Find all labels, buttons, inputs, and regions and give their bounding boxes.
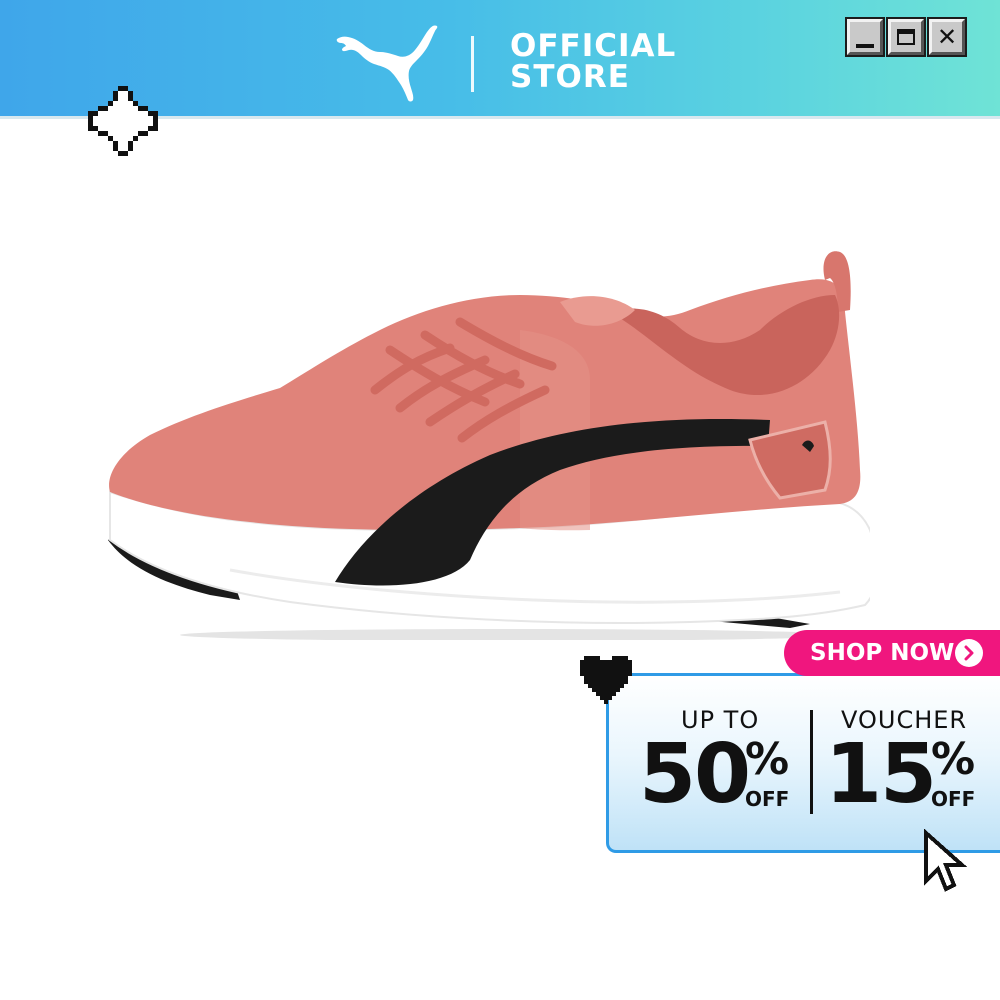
pixel-heart-icon [580, 656, 632, 704]
voucher-off-label: OFF [931, 787, 976, 811]
chevron-right-icon [955, 639, 983, 667]
voucher-divider [810, 710, 813, 814]
close-icon: ✕ [936, 23, 958, 51]
voucher-card: UP TO 50 % OFF VOUCHER 15 % OFF [606, 673, 1000, 853]
sparkle-icon [88, 86, 158, 156]
store-title: OFFICIAL STORE [510, 31, 676, 93]
discount-percent: % [745, 734, 790, 785]
shop-now-button[interactable]: SHOP NOW [784, 630, 1000, 676]
voucher-value: 15 [825, 727, 937, 822]
puma-cat-logo-icon [336, 25, 438, 102]
shop-now-label: SHOP NOW [810, 640, 955, 666]
store-title-line2: STORE [510, 59, 630, 95]
store-title-line1: OFFICIAL [510, 28, 677, 64]
voucher-percent: % [931, 734, 976, 785]
minimize-icon [856, 44, 874, 48]
discount-off-label: OFF [745, 787, 790, 811]
minimize-button[interactable] [845, 17, 885, 57]
discount-value: 50 [639, 727, 751, 822]
window-controls: ✕ [845, 17, 967, 57]
product-shoe-image [108, 251, 870, 640]
maximize-icon [897, 29, 915, 45]
header-divider [471, 36, 474, 92]
close-button[interactable]: ✕ [927, 17, 967, 57]
pixel-cursor-icon [924, 829, 968, 892]
promo-page: OFFICIAL STORE ✕ UP TO 50 % OFF VOUCHER … [0, 0, 1000, 1000]
maximize-button[interactable] [886, 17, 926, 57]
